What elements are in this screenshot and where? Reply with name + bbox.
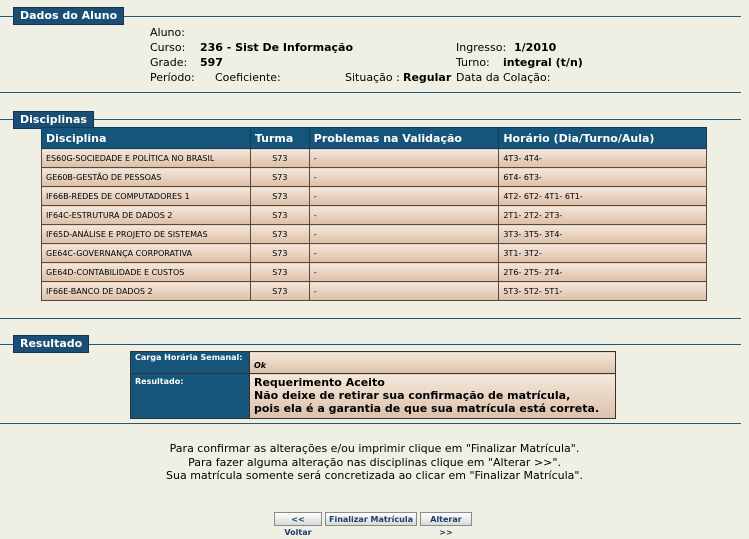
section-divider <box>0 119 741 120</box>
table-row: GE64C-GOVERNANÇA CORPORATIVA S73 - 3T1- … <box>41 243 707 263</box>
cell-problemas: - <box>308 186 500 206</box>
section-divider <box>0 423 741 424</box>
cell-disciplina: GE64D-CONTABILIDADE E CUSTOS <box>41 262 251 282</box>
cell-turma: S73 <box>249 243 310 263</box>
cell-horario: 5T3- 5T2- 5T1- <box>498 281 707 301</box>
table-row: GE60B-GESTÃO DE PESSOAS S73 - 6T4- 6T3- <box>41 167 707 187</box>
cell-turma: S73 <box>249 167 310 187</box>
grade-value: 597 <box>200 56 223 69</box>
cell-horario: 4T2- 6T2- 4T1- 6T1- <box>498 186 707 206</box>
instruction-line-3: Sua matrícula somente será concretizada … <box>166 469 583 482</box>
header-disciplina: Disciplina <box>41 127 251 149</box>
resultado-line-3: pois ela é a garantia de que sua matrícu… <box>254 402 600 415</box>
cell-problemas: - <box>308 148 500 168</box>
header-turma: Turma <box>249 127 310 149</box>
cell-problemas: - <box>308 205 500 225</box>
resultado-line-2: Não deixe de retirar sua confirmação de … <box>254 389 571 402</box>
resultado-line-1: Requerimento Aceito <box>254 376 385 389</box>
cell-horario: 3T3- 3T5- 3T4- <box>498 224 707 244</box>
cell-problemas: - <box>308 243 500 263</box>
carga-label: Carga Horária Semanal: <box>130 351 250 374</box>
header-problemas: Problemas na Validação <box>308 127 500 149</box>
table-row: GE64D-CONTABILIDADE E CUSTOS S73 - 2T6- … <box>41 262 707 282</box>
situacao-label: Situação : <box>345 71 400 84</box>
section-divider <box>0 92 741 93</box>
ingresso-label: Ingresso: <box>456 41 507 54</box>
cell-disciplina: IF66B-REDES DE COMPUTADORES 1 <box>41 186 251 206</box>
turno-label: Turno: <box>456 56 490 69</box>
resultado-table: Carga Horária Semanal: Ok Resultado: Req… <box>130 351 616 419</box>
data-colacao-label: Data da Colação: <box>456 71 551 84</box>
ingresso-value: 1/2010 <box>514 41 557 54</box>
cell-problemas: - <box>308 224 500 244</box>
table-row: IF66B-REDES DE COMPUTADORES 1 S73 - 4T2-… <box>41 186 707 206</box>
alterar-button[interactable]: Alterar >> <box>420 512 472 537</box>
instruction-line-2: Para fazer alguma alteração nas discipli… <box>188 456 561 469</box>
cell-disciplina: ES60G-SOCIEDADE E POLÍTICA NO BRASIL <box>41 148 251 168</box>
curso-value: 236 - Sist De Informação <box>200 41 354 54</box>
cell-problemas: - <box>308 262 500 282</box>
periodo-label: Período: <box>150 71 195 84</box>
aluno-label: Aluno: <box>150 26 185 39</box>
cell-disciplina: GE60B-GESTÃO DE PESSOAS <box>41 167 251 187</box>
table-row: IF66E-BANCO DE DADOS 2 S73 - 5T3- 5T2- 5… <box>41 281 707 301</box>
carga-value-cell: Ok <box>249 351 616 374</box>
resultado-value-cell: Requerimento Aceito Não deixe de retirar… <box>249 373 616 419</box>
cell-disciplina: IF65D-ANÁLISE E PROJETO DE SISTEMAS <box>41 224 251 244</box>
table-row: IF64C-ESTRUTURA DE DADOS 2 S73 - 2T1- 2T… <box>41 205 707 225</box>
table-header-row: Disciplina Turma Problemas na Validação … <box>41 127 707 149</box>
cell-turma: S73 <box>249 281 310 301</box>
section-divider <box>0 344 741 345</box>
turno-value: integral (t/n) <box>503 56 583 69</box>
disciplinas-table: Disciplina Turma Problemas na Validação … <box>41 127 707 301</box>
section-title-resultado: Resultado <box>13 335 90 353</box>
situacao-value: Regular <box>403 71 452 84</box>
section-divider <box>0 318 741 319</box>
table-row: IF65D-ANÁLISE E PROJETO DE SISTEMAS S73 … <box>41 224 707 244</box>
cell-disciplina: GE64C-GOVERNANÇA CORPORATIVA <box>41 243 251 263</box>
cell-horario: 2T1- 2T2- 2T3- <box>498 205 707 225</box>
cell-turma: S73 <box>249 224 310 244</box>
table-row: ES60G-SOCIEDADE E POLÍTICA NO BRASIL S73… <box>41 148 707 168</box>
instruction-line-1: Para confirmar as alterações e/ou imprim… <box>169 442 580 455</box>
carga-value: Ok <box>254 361 267 370</box>
resultado-label: Resultado: <box>130 373 250 419</box>
header-horario: Horário (Dia/Turno/Aula) <box>498 127 707 149</box>
finalizar-matricula-button[interactable]: Finalizar Matrícula <box>325 512 417 526</box>
grade-label: Grade: <box>150 56 188 69</box>
cell-disciplina: IF66E-BANCO DE DADOS 2 <box>41 281 251 301</box>
cell-turma: S73 <box>249 148 310 168</box>
cell-turma: S73 <box>249 205 310 225</box>
resultado-row-resultado: Resultado: Requerimento Aceito Não deixe… <box>130 373 616 419</box>
resultado-row-carga: Carga Horária Semanal: Ok <box>130 351 616 374</box>
cell-problemas: - <box>308 167 500 187</box>
cell-horario: 3T1- 3T2- <box>498 243 707 263</box>
section-title-dados-aluno: Dados do Aluno <box>13 7 125 25</box>
cell-problemas: - <box>308 281 500 301</box>
cell-horario: 2T6- 2T5- 2T4- <box>498 262 707 282</box>
cell-disciplina: IF64C-ESTRUTURA DE DADOS 2 <box>41 205 251 225</box>
cell-turma: S73 <box>249 186 310 206</box>
coeficiente-label: Coeficiente: <box>215 71 281 84</box>
cell-horario: 6T4- 6T3- <box>498 167 707 187</box>
curso-label: Curso: <box>150 41 186 54</box>
cell-turma: S73 <box>249 262 310 282</box>
cell-horario: 4T3- 4T4- <box>498 148 707 168</box>
voltar-button[interactable]: << Voltar <box>274 512 322 537</box>
